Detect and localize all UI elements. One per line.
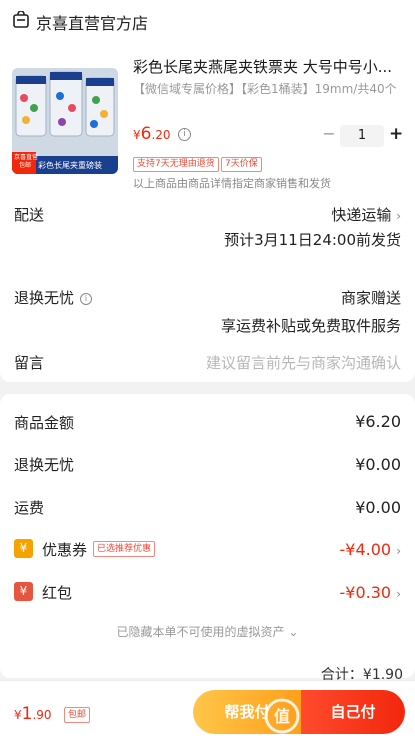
return-value: 商家赠送 bbox=[340, 289, 401, 307]
return-fee-value: ¥0.00 bbox=[355, 455, 401, 474]
goods-amount-label: 商品金额 bbox=[14, 414, 75, 432]
goods-amount-value: ¥6.20 bbox=[355, 412, 401, 431]
product-thumbnail[interactable]: 彩色长尾夹重磅装 京喜直营 包邮 bbox=[12, 68, 118, 174]
price-protect-tag: 7天价保 bbox=[221, 157, 262, 172]
shop-icon bbox=[13, 11, 29, 28]
quantity-minus-button[interactable]: − bbox=[322, 124, 336, 143]
chevron-right-icon: › bbox=[396, 209, 401, 223]
quantity-plus-button[interactable]: + bbox=[389, 124, 403, 144]
total-price: ¥1.90 bbox=[14, 704, 52, 724]
hidden-assets-note: 已隐藏本单不可使用的虚拟资产 bbox=[116, 625, 285, 639]
coupon-label: 优惠券 bbox=[42, 541, 88, 559]
return-policy-tag: 支持7天无理由退货 bbox=[133, 157, 219, 172]
seller-note: 以上商品由商品详情指定商家销售和发货 bbox=[133, 177, 331, 190]
return-label-row: 退换无忧 i bbox=[14, 287, 93, 308]
shop-name[interactable]: 京喜直营官方店 bbox=[36, 10, 148, 34]
hongbao-label: 红包 bbox=[42, 584, 73, 602]
chevron-down-icon: ⌄ bbox=[288, 625, 299, 639]
hongbao-value: -¥0.30 bbox=[339, 583, 392, 602]
price-dec: .20 bbox=[151, 128, 171, 142]
coupon-recommend-tag: 已选推荐优惠 bbox=[93, 541, 156, 557]
product-price: ¥6.20 bbox=[133, 124, 171, 144]
chevron-right-icon: › bbox=[396, 587, 401, 601]
thumb-badge: 京喜直营 包邮 bbox=[14, 154, 39, 169]
info-icon[interactable]: i bbox=[80, 292, 93, 305]
hidden-assets-toggle[interactable]: 已隐藏本单不可使用的虚拟资产 ⌄ bbox=[0, 623, 415, 640]
message-input[interactable]: 建议留言前先与商家沟通确认 bbox=[206, 352, 401, 373]
total-currency: ¥ bbox=[14, 708, 22, 722]
help-pay-button[interactable]: 帮我付 bbox=[193, 690, 301, 734]
coupon-row[interactable]: -¥4.00 › bbox=[340, 540, 401, 559]
quantity-input[interactable]: 1 bbox=[340, 125, 384, 147]
price-int: 6 bbox=[140, 124, 152, 144]
product-title[interactable]: 彩色长尾夹燕尾夹铁票夹 大号中号小... bbox=[133, 56, 405, 77]
product-spec: 【微信域专属价格】【彩色1桶装】19mm/共40个 bbox=[133, 82, 397, 96]
price-currency: ¥ bbox=[133, 128, 141, 142]
delivery-label: 配送 bbox=[14, 206, 45, 224]
total-dec: .90 bbox=[32, 708, 52, 722]
freight-label: 运费 bbox=[14, 499, 45, 517]
delivery-value: 快递运输 bbox=[331, 206, 392, 224]
total-int: 1 bbox=[21, 704, 33, 724]
return-desc: 享运费补贴或免费取件服务 bbox=[220, 317, 401, 335]
pay-button[interactable]: 自己付 bbox=[301, 690, 405, 734]
chevron-right-icon: › bbox=[396, 544, 401, 558]
hongbao-icon: ¥ bbox=[14, 582, 33, 601]
coupon-value: -¥4.00 bbox=[339, 540, 392, 559]
return-label: 退换无忧 bbox=[14, 289, 75, 307]
freight-value: ¥0.00 bbox=[355, 498, 401, 517]
coupon-icon: ¥ bbox=[14, 539, 33, 558]
free-shipping-tag: 包邮 bbox=[64, 707, 91, 723]
price-info-icon[interactable]: i bbox=[178, 128, 191, 141]
message-label: 留言 bbox=[14, 354, 45, 372]
delivery-method[interactable]: 快递运输 › bbox=[331, 204, 401, 225]
hongbao-row[interactable]: -¥0.30 › bbox=[340, 583, 401, 602]
delivery-eta: 预计3月11日24:00前发货 bbox=[224, 231, 401, 249]
return-fee-label: 退换无忧 bbox=[14, 456, 75, 474]
thumb-label: 彩色长尾夹重磅装 bbox=[38, 161, 102, 170]
